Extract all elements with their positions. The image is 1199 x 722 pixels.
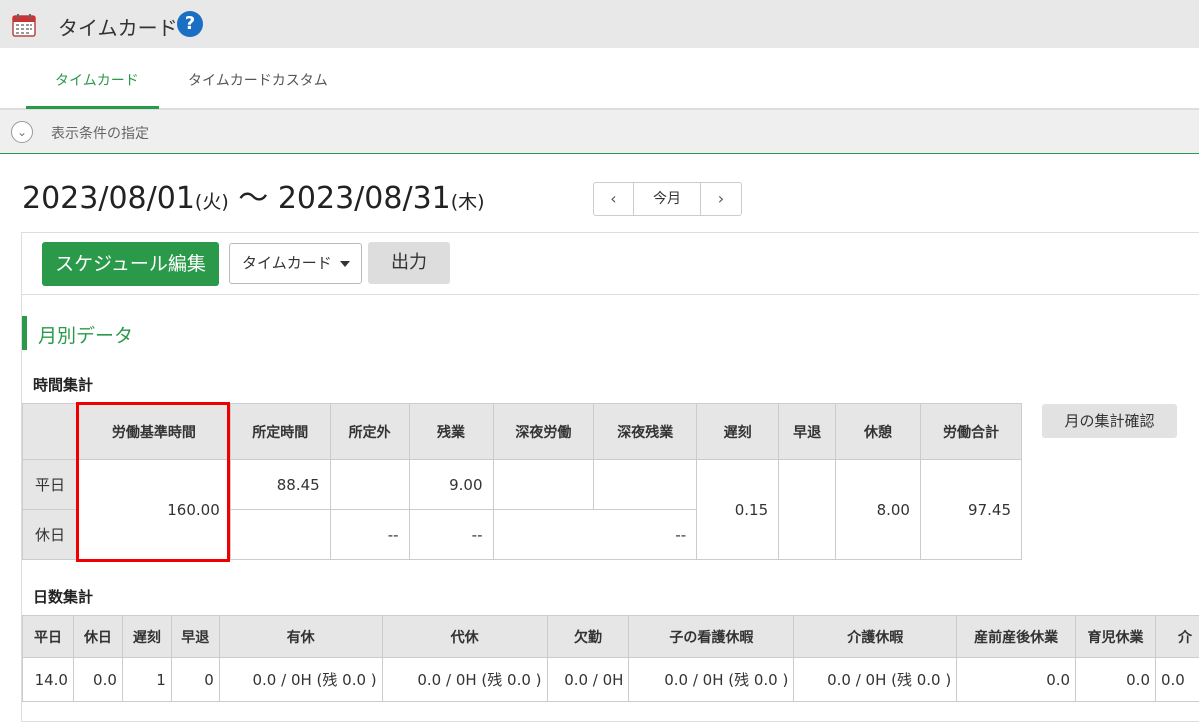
weekday-overtime: 9.00 [409, 460, 493, 510]
col-absence: 欠勤 [547, 616, 629, 658]
section-accent-bar [22, 316, 27, 350]
toolbar-divider [22, 294, 1199, 295]
col-late-night: 深夜労働 [493, 404, 594, 460]
caret-down-icon [340, 261, 350, 267]
early-leave-value [779, 460, 836, 560]
month-navigation: ‹ 今月 › [593, 182, 742, 216]
col-child-care-leave: 子の看護休暇 [629, 616, 794, 658]
help-icon[interactable]: ? [177, 11, 203, 37]
table-header-row: 平日 休日 遅刻 早退 有休 代休 欠勤 子の看護休暇 介護休暇 産前産後休業 … [23, 616, 1199, 658]
tab-timecard-custom[interactable]: タイムカードカスタム [188, 70, 328, 90]
monthly-summary-button[interactable]: 月の集計確認 [1042, 404, 1177, 438]
holiday-late-night-overtime: -- [493, 510, 697, 560]
col-truncated: 介 [1156, 616, 1199, 658]
view-select[interactable]: タイムカード [229, 243, 362, 284]
title-bar: タイムカード ? [0, 0, 1199, 48]
absence-value: 0.0 / 0H [547, 658, 629, 702]
schedule-edit-button[interactable]: スケジュール編集 [42, 242, 219, 286]
section-title: 月別データ [38, 321, 133, 348]
tab-bar: タイムカード タイムカードカスタム [0, 48, 1199, 110]
weekday-late-night-overtime [594, 460, 697, 510]
table-row: 14.0 0.0 1 0 0.0 / 0H (残 0.0 ) 0.0 / 0H … [23, 658, 1199, 702]
calendar-icon [12, 13, 36, 37]
col-late-count: 遅刻 [122, 616, 171, 658]
active-tab-indicator [26, 106, 159, 109]
col-early-leave: 早退 [779, 404, 836, 460]
col-non-scheduled: 所定外 [330, 404, 409, 460]
display-condition-bar[interactable]: ⌄ 表示条件の指定 [0, 110, 1199, 154]
total-value: 97.45 [920, 460, 1021, 560]
holiday-scheduled [230, 510, 330, 560]
table-corner [23, 404, 78, 460]
display-condition-label[interactable]: 表示条件の指定 [51, 123, 149, 143]
row-label-weekday: 平日 [23, 460, 78, 510]
col-maternity-leave: 産前産後休業 [957, 616, 1076, 658]
weekday-scheduled: 88.45 [230, 460, 330, 510]
col-scheduled: 所定時間 [230, 404, 330, 460]
col-holiday-days: 休日 [73, 616, 122, 658]
holiday-non-scheduled: -- [330, 510, 409, 560]
col-paid-leave: 有休 [219, 616, 382, 658]
col-early-leave-count: 早退 [171, 616, 219, 658]
day-summary-title: 日数集計 [33, 586, 93, 607]
col-break: 休憩 [836, 404, 921, 460]
prev-month-button[interactable]: ‹ [594, 183, 634, 215]
date-range: 2023/08/01(火) 〜 2023/08/31(木) [22, 173, 485, 217]
date-separator: 〜 [229, 181, 278, 216]
holiday-days-value: 0.0 [73, 658, 122, 702]
chevron-down-icon[interactable]: ⌄ [11, 121, 33, 143]
weekday-late-night [493, 460, 594, 510]
late-count-value: 1 [122, 658, 171, 702]
col-nursing-care-leave: 介護休暇 [794, 616, 957, 658]
nursing-care-leave-value: 0.0 / 0H (残 0.0 ) [794, 658, 957, 702]
end-date: 2023/08/31 [278, 181, 451, 216]
next-month-button[interactable]: › [700, 183, 741, 215]
weekday-non-scheduled [330, 460, 409, 510]
col-late: 遅刻 [697, 404, 779, 460]
start-date: 2023/08/01 [22, 181, 195, 216]
break-value: 8.00 [836, 460, 921, 560]
time-summary-title: 時間集計 [33, 374, 93, 395]
parental-leave-value: 0.0 [1076, 658, 1156, 702]
paid-leave-value: 0.0 / 0H (残 0.0 ) [219, 658, 382, 702]
day-summary-table: 平日 休日 遅刻 早退 有休 代休 欠勤 子の看護休暇 介護休暇 産前産後休業 … [22, 615, 1199, 702]
weekday-days-value: 14.0 [23, 658, 74, 702]
holiday-overtime: -- [409, 510, 493, 560]
col-comp-leave: 代休 [382, 616, 547, 658]
end-weekday: (木) [451, 191, 485, 213]
truncated-value: 0.0 [1156, 658, 1199, 702]
start-weekday: (火) [195, 191, 229, 213]
late-value: 0.15 [697, 460, 779, 560]
early-leave-count-value: 0 [171, 658, 219, 702]
tab-timecard[interactable]: タイムカード [55, 70, 139, 90]
app-title: タイムカード [58, 12, 178, 41]
maternity-leave-value: 0.0 [957, 658, 1076, 702]
row-label-holiday: 休日 [23, 510, 78, 560]
col-overtime: 残業 [409, 404, 493, 460]
col-weekday-days: 平日 [23, 616, 74, 658]
comp-leave-value: 0.0 / 0H (残 0.0 ) [382, 658, 547, 702]
child-care-leave-value: 0.0 / 0H (残 0.0 ) [629, 658, 794, 702]
col-late-night-overtime: 深夜残業 [594, 404, 697, 460]
col-parental-leave: 育児休業 [1076, 616, 1156, 658]
highlight-box [76, 402, 230, 562]
view-select-value: タイムカード [242, 254, 332, 272]
main-panel: スケジュール編集 タイムカード 出力 月別データ 時間集計 労働基準時間 所定時… [21, 232, 1199, 722]
this-month-button[interactable]: 今月 [634, 183, 700, 215]
output-button[interactable]: 出力 [368, 242, 450, 284]
col-total: 労働合計 [920, 404, 1021, 460]
